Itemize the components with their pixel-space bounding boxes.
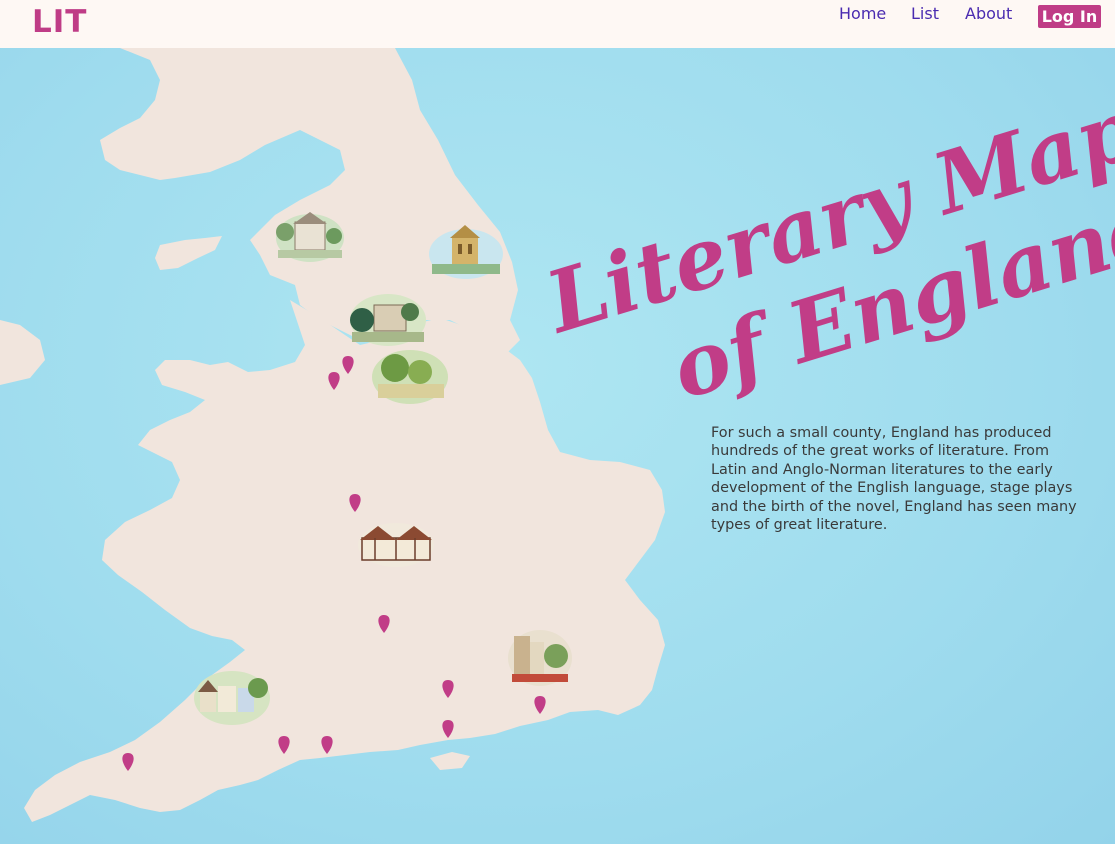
illustration-stratford-tudor-house[interactable] (358, 523, 434, 567)
illustration-london-street[interactable] (508, 630, 572, 686)
map-title: Literary Map of England (534, 79, 1115, 419)
isle-of-wight (430, 752, 470, 770)
illustration-devon-village[interactable] (194, 671, 270, 725)
island-shape (155, 236, 222, 270)
map-description: For such a small county, England has pro… (711, 425, 1077, 534)
england-map: Literary Map of England (0, 48, 1115, 822)
illustration-haworth-parsonage[interactable] (350, 294, 426, 346)
illustration-yorkshire-woods[interactable] (372, 350, 448, 404)
scotland-land (0, 48, 520, 352)
england-land (24, 300, 665, 822)
island-shape (0, 320, 45, 385)
